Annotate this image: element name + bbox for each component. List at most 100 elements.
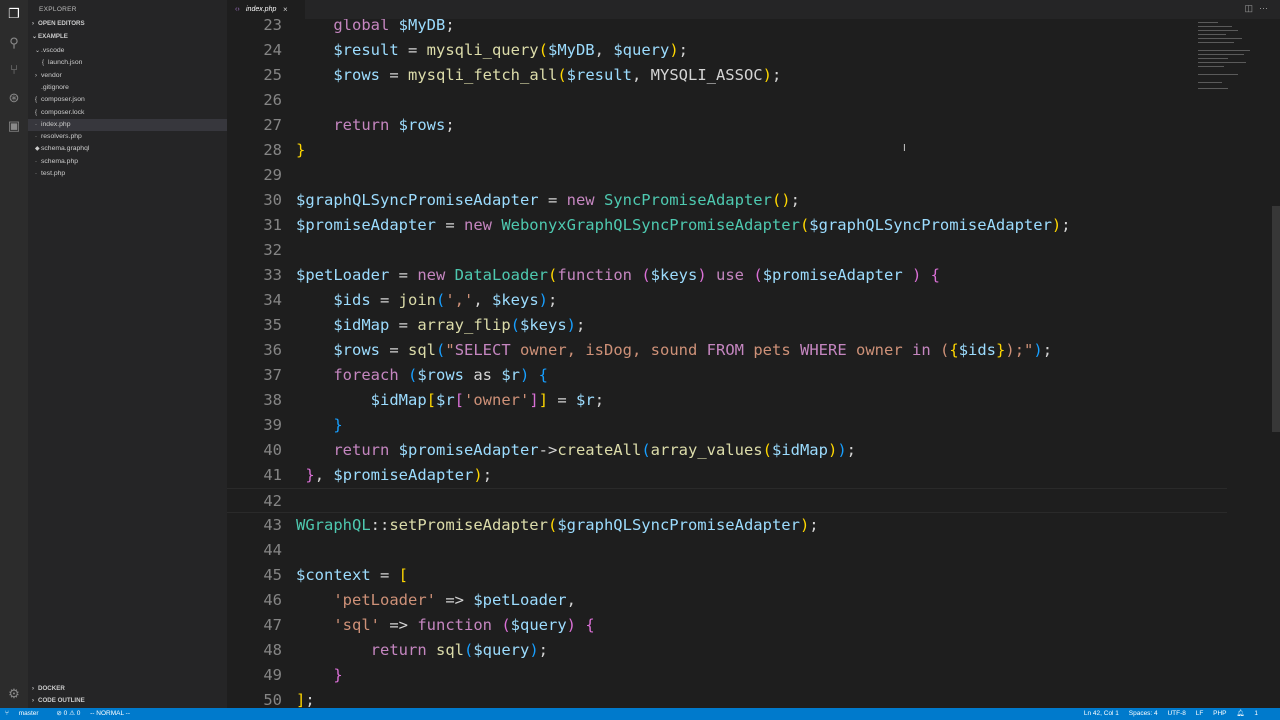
tree-item[interactable]: · index.php: [28, 118, 227, 131]
settings-gear-icon[interactable]: ⚙: [6, 686, 22, 702]
tree-item[interactable]: {composer.json: [28, 94, 227, 106]
code-line[interactable]: 30 $graphQLSyncPromiseAdapter = new SyncP…: [227, 188, 1227, 213]
code-line[interactable]: 26: [227, 88, 1227, 113]
code-line[interactable]: 35 $idMap = array_flip($keys);: [227, 313, 1227, 338]
branch-indicator[interactable]: ⑂ master: [5, 710, 47, 717]
code-view[interactable]: 23 global $MyDB; 24 $result = mysqli_quer…: [227, 13, 1227, 708]
indentation[interactable]: Spaces: 4: [1129, 710, 1158, 717]
line-content: }: [296, 663, 343, 688]
line-number: 46: [263, 591, 282, 609]
code-token: ;: [771, 66, 782, 84]
open-editors-section[interactable]: › OPEN EDITORS: [32, 20, 85, 27]
code-outline-section[interactable]: › CODE OUTLINE: [32, 697, 85, 704]
code-line[interactable]: 50];: [227, 688, 1227, 708]
code-line[interactable]: 47 'sql' => function ($query) {: [227, 613, 1227, 638]
line-number: 37: [263, 366, 282, 384]
extensions-icon[interactable]: ▣: [6, 118, 22, 134]
code-line[interactable]: 34 $ids = join(',', $keys);: [227, 288, 1227, 313]
notifications[interactable]: 🔔︎ 1: [1236, 710, 1266, 717]
code-line[interactable]: 33 $petLoader = new DataLoader(function (…: [227, 263, 1227, 288]
vertical-scrollbar[interactable]: [1272, 206, 1280, 432]
code-token: }: [333, 666, 343, 684]
line-content: 'sql' => function ($query) {: [296, 613, 594, 638]
code-line[interactable]: 39 }: [227, 413, 1227, 438]
code-token: (: [510, 316, 520, 334]
code-line[interactable]: 45 $context = [: [227, 563, 1227, 588]
code-token: ;: [576, 316, 586, 334]
code-token: ;: [305, 691, 315, 708]
code-token: (: [547, 266, 558, 284]
code-line[interactable]: 49 }: [227, 663, 1227, 688]
line-number: 38: [263, 391, 282, 409]
line-number: 39: [263, 416, 282, 434]
code-line[interactable]: 42: [227, 488, 1227, 513]
line-content: $rows = sql("SELECT owner, isDog, sound …: [296, 338, 1052, 363]
code-line[interactable]: 29: [227, 163, 1227, 188]
cursor-position[interactable]: Ln 42, Col 1: [1084, 710, 1119, 717]
code-line[interactable]: 44: [227, 538, 1227, 563]
docker-section[interactable]: › DOCKER: [32, 685, 65, 692]
code-line[interactable]: 46 'petLoader' => $petLoader,: [227, 588, 1227, 613]
editor-area: 23 global $MyDB; 24 $result = mysqli_quer…: [227, 0, 1280, 708]
tree-item[interactable]: · test.php: [28, 168, 227, 180]
search-icon[interactable]: ⚲: [6, 35, 22, 51]
code-line[interactable]: 31 $promiseAdapter = new WebonyxGraphQLSy…: [227, 213, 1227, 238]
code-token: $rows: [333, 66, 380, 84]
line-number: 33: [263, 266, 282, 284]
code-token: ;: [1061, 216, 1071, 234]
code-line[interactable]: 27 return $rows;: [227, 113, 1227, 138]
encoding[interactable]: UTF-8: [1167, 710, 1185, 717]
close-icon[interactable]: ×: [283, 0, 288, 19]
code-line[interactable]: 48 return sql($query);: [227, 638, 1227, 663]
code-token: function: [557, 266, 642, 284]
code-token: ): [902, 266, 931, 284]
tree-item[interactable]: › vendor: [28, 70, 227, 82]
more-actions-icon[interactable]: ⋯: [1259, 3, 1274, 13]
tree-item[interactable]: ⌄.vscode: [28, 45, 227, 57]
code-token: $keys: [520, 316, 567, 334]
code-line[interactable]: 40 return $promiseAdapter->createAll(arr…: [227, 438, 1227, 463]
code-token: createAll: [557, 441, 642, 459]
code-token: }: [296, 141, 306, 159]
problems-indicator[interactable]: ⊘ 0 ⚠ 0: [56, 710, 80, 717]
code-token: join: [398, 291, 436, 309]
code-line[interactable]: 38 $idMap[$r['owner']] = $r;: [227, 388, 1227, 413]
code-token: (: [762, 441, 772, 459]
tree-item[interactable]: · resolvers.php: [28, 131, 227, 143]
minimap[interactable]: [1196, 20, 1266, 100]
tree-item[interactable]: {composer.lock: [28, 107, 227, 119]
code-line[interactable]: 28}: [227, 138, 1227, 163]
code-token: mysqli_fetch_all: [408, 66, 558, 84]
tree-item[interactable]: · schema.php: [28, 156, 227, 168]
debug-icon[interactable]: ⊛: [6, 90, 22, 106]
code-line[interactable]: 43 WGraphQL::setPromiseAdapter($graphQLSy…: [227, 513, 1227, 538]
code-line[interactable]: 36 $rows = sql("SELECT owner, isDog, sou…: [227, 338, 1227, 363]
tab-index-php[interactable]: ‹› index.php ×: [227, 0, 305, 19]
tree-item[interactable]: .gitignore: [28, 82, 227, 94]
code-line[interactable]: 41 }, $promiseAdapter);: [227, 463, 1227, 488]
code-token: ): [529, 641, 539, 659]
code-line[interactable]: 24 $result = mysqli_query($MyDB, $query)…: [227, 38, 1227, 63]
tree-item[interactable]: {launch.json: [28, 57, 227, 69]
code-token: ,: [594, 41, 614, 59]
text-cursor-icon: I: [903, 143, 906, 154]
code-line[interactable]: 32: [227, 238, 1227, 263]
code-token: ): [473, 466, 483, 484]
source-control-icon[interactable]: ⑂: [6, 62, 22, 78]
tree-item[interactable]: ◆schema.graphql: [28, 143, 227, 155]
code-line[interactable]: 25 $rows = mysqli_fetch_all($result, MYS…: [227, 63, 1227, 88]
line-number: 47: [263, 616, 282, 634]
language-mode[interactable]: PHP: [1213, 710, 1226, 717]
project-section[interactable]: ⌄EXAMPLE: [32, 33, 68, 40]
code-token: WGraphQL: [296, 516, 371, 534]
end-of-line[interactable]: LF: [1196, 710, 1204, 717]
code-line[interactable]: 37 foreach ($rows as $r) {: [227, 363, 1227, 388]
line-number: 45: [263, 566, 282, 584]
files-icon[interactable]: ❐: [6, 6, 22, 22]
code-token: ]: [538, 391, 549, 409]
split-editor-icon[interactable]: ◫: [1244, 3, 1259, 13]
